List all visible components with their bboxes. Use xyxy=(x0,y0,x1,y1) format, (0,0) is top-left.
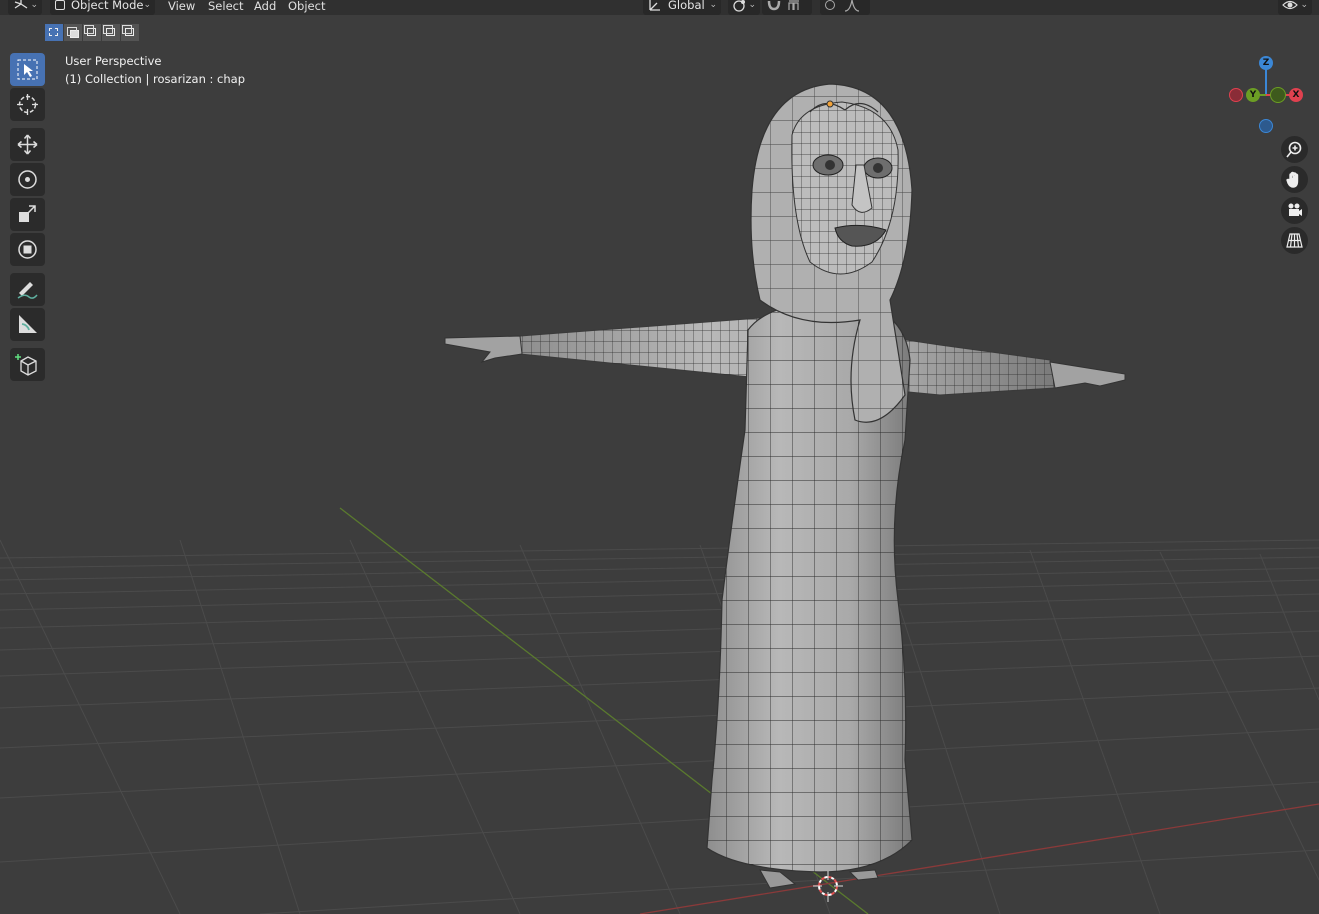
snap-increment-icon xyxy=(787,0,803,16)
view-name: User Perspective xyxy=(65,54,162,68)
viewport-header: ⌄ Object Mode ⌄ View Select Add Object G… xyxy=(0,0,1319,15)
select-extend-icon[interactable] xyxy=(64,24,82,41)
gizmo-neg-z-axis[interactable] xyxy=(1259,119,1273,133)
menu-object[interactable]: Object xyxy=(288,0,325,15)
editor-type-dropdown[interactable]: ⌄ xyxy=(8,0,42,15)
proportional-edit-icon xyxy=(825,0,835,10)
selection-mode-group xyxy=(45,24,140,42)
orientation-label: Global xyxy=(668,0,705,12)
gizmo-x-axis[interactable]: X xyxy=(1289,88,1303,102)
measure-tool[interactable] xyxy=(10,308,45,341)
chevron-down-icon: ⌄ xyxy=(143,0,151,10)
gizmo-neg-y-axis[interactable] xyxy=(1270,87,1286,103)
select-invert-icon[interactable] xyxy=(102,24,120,41)
collection-info: (1) Collection | rosarizan : chap xyxy=(65,72,246,86)
chevron-down-icon: ⌄ xyxy=(30,0,38,10)
select-subtract-icon[interactable] xyxy=(83,24,101,41)
visibility-dropdown[interactable]: ⌄ xyxy=(1278,0,1312,15)
floor-grid xyxy=(0,539,1319,914)
move-tool[interactable] xyxy=(10,128,45,161)
zoom-button[interactable] xyxy=(1281,136,1308,163)
snap-toggle[interactable] xyxy=(762,0,812,15)
perspective-toggle-button[interactable] xyxy=(1281,227,1308,254)
3d-viewport-icon xyxy=(13,0,29,16)
navigation-gizmo[interactable]: Z Y X xyxy=(1222,52,1312,142)
select-intersect-icon[interactable] xyxy=(121,24,139,41)
gizmo-y-axis[interactable]: Y xyxy=(1246,88,1260,102)
menu-view[interactable]: View xyxy=(168,0,195,15)
gizmo-neg-x-axis[interactable] xyxy=(1229,88,1243,102)
transform-tool[interactable] xyxy=(10,233,45,266)
scale-tool[interactable] xyxy=(10,198,45,231)
add-cube-tool[interactable] xyxy=(10,348,45,381)
mode-label: Object Mode xyxy=(71,0,144,12)
chevron-down-icon: ⌄ xyxy=(748,0,756,10)
character-mesh xyxy=(444,83,1126,889)
orientation-icon xyxy=(648,0,662,16)
eye-icon xyxy=(1282,0,1298,16)
falloff-curve-icon xyxy=(844,0,860,16)
chevron-down-icon: ⌄ xyxy=(709,0,717,10)
proportional-edit-toggle[interactable] xyxy=(820,0,870,15)
pivot-icon xyxy=(732,0,748,16)
rotate-tool[interactable] xyxy=(10,163,45,196)
select-new-icon[interactable] xyxy=(45,24,63,41)
chevron-down-icon: ⌄ xyxy=(1300,0,1308,10)
annotate-tool[interactable] xyxy=(10,273,45,306)
3d-viewport[interactable] xyxy=(0,0,1319,914)
orientation-dropdown[interactable]: Global ⌄ xyxy=(643,0,721,15)
snap-magnet-icon xyxy=(766,0,782,16)
mode-dropdown[interactable]: Object Mode ⌄ xyxy=(50,0,155,15)
cursor-tool[interactable] xyxy=(10,88,45,121)
pan-button[interactable] xyxy=(1281,166,1308,193)
menu-add[interactable]: Add xyxy=(254,0,276,15)
pivot-dropdown[interactable]: ⌄ xyxy=(728,0,760,15)
menu-select[interactable]: Select xyxy=(208,0,243,15)
camera-view-button[interactable] xyxy=(1281,197,1308,224)
select-box-tool[interactable] xyxy=(10,53,45,86)
object-mode-icon xyxy=(55,0,65,10)
gizmo-z-axis[interactable]: Z xyxy=(1259,56,1273,70)
